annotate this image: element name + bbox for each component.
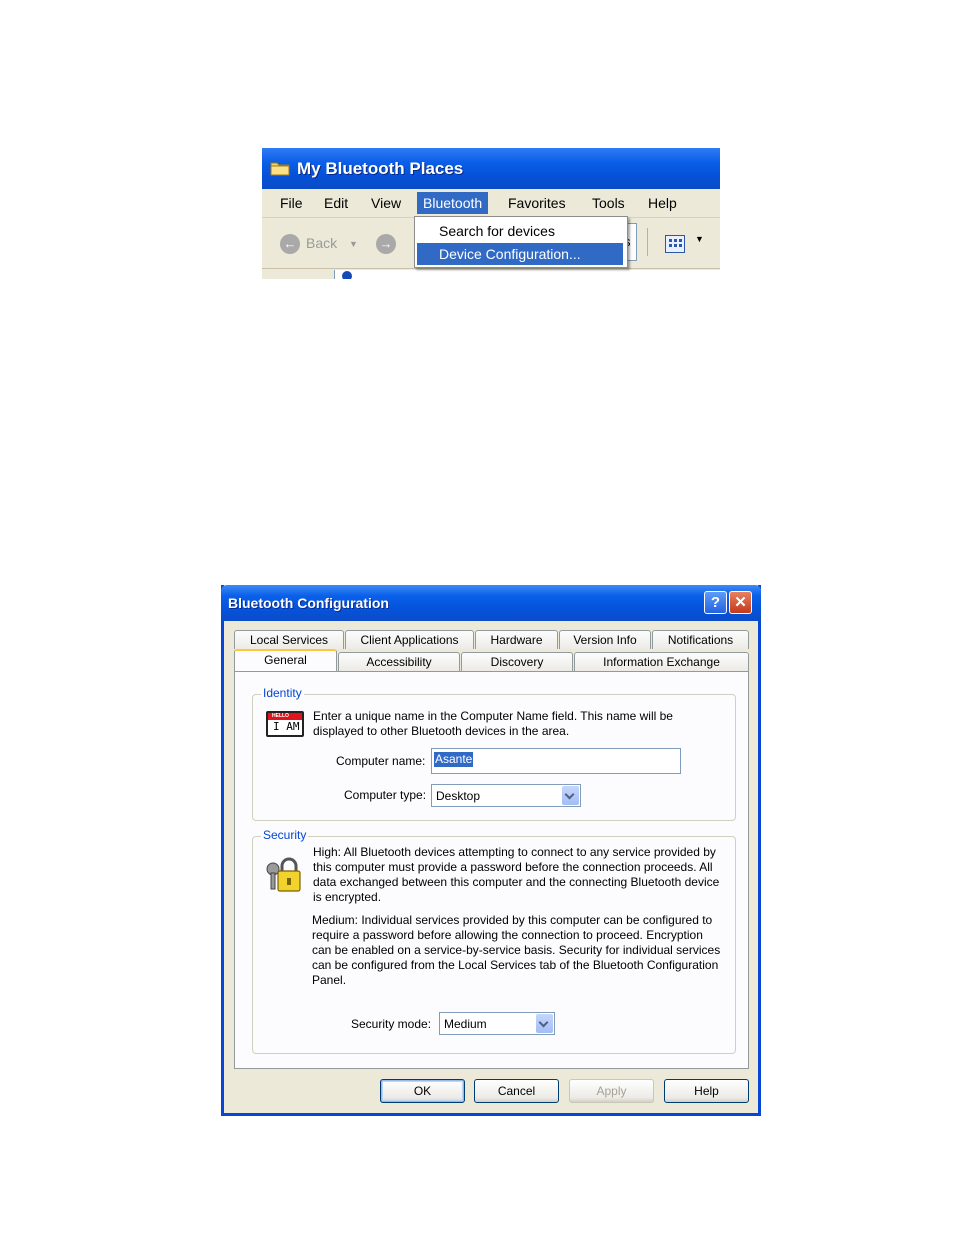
menu-bluetooth[interactable]: Bluetooth <box>417 192 489 214</box>
menu-item-device-configuration[interactable]: Device Configuration... <box>417 243 623 265</box>
tab-discovery[interactable]: Discovery <box>461 652 573 671</box>
security-mode-value: Medium <box>444 1017 487 1031</box>
back-arrow-icon: ← <box>283 236 297 251</box>
tab-client-applications[interactable]: Client Applications <box>345 630 474 649</box>
cancel-button[interactable]: Cancel <box>474 1079 559 1103</box>
menu-item-search-devices[interactable]: Search for devices <box>417 220 623 242</box>
toolbar-separator <box>647 228 648 256</box>
back-history-arrow-icon[interactable]: ▼ <box>349 239 358 249</box>
menu-tools[interactable]: Tools <box>586 192 631 214</box>
back-button[interactable]: ← <box>280 234 300 254</box>
security-high-description: High: All Bluetooth devices attempting t… <box>313 845 720 904</box>
computer-type-value: Desktop <box>436 789 481 803</box>
tab-accessibility[interactable]: Accessibility <box>338 652 460 671</box>
tab-version-info[interactable]: Version Info <box>559 630 651 649</box>
icon-iam-label: I AM <box>273 720 300 733</box>
views-dropdown-arrow-icon[interactable]: ▼ <box>695 234 704 244</box>
chevron-down-icon[interactable] <box>536 1014 553 1033</box>
menu-favorites[interactable]: Favorites <box>502 192 572 214</box>
computer-name-label: Computer name: <box>336 754 426 768</box>
forward-arrow-icon: → <box>379 236 393 251</box>
identity-legend: Identity <box>261 686 304 700</box>
tab-information-exchange[interactable]: Information Exchange <box>574 652 749 671</box>
explorer-window: My Bluetooth Places File Edit View Bluet… <box>262 148 720 279</box>
folder-icon <box>270 162 290 176</box>
back-label: Back <box>306 235 338 251</box>
explorer-titlebar: My Bluetooth Places <box>262 148 720 189</box>
chevron-down-icon[interactable] <box>562 786 579 805</box>
address-field[interactable] <box>334 270 720 279</box>
tab-general[interactable]: General <box>234 649 337 671</box>
tab-hardware[interactable]: Hardware <box>475 630 558 649</box>
help-button[interactable]: Help <box>664 1079 749 1103</box>
help-icon[interactable]: ? <box>704 591 727 614</box>
views-icon[interactable] <box>665 235 685 253</box>
security-medium-description: Medium: Individual services provided by … <box>312 913 721 987</box>
security-legend: Security <box>261 828 309 842</box>
menu-edit[interactable]: Edit <box>318 192 354 214</box>
dialog-title: Bluetooth Configuration <box>228 595 389 611</box>
bluetooth-menu-dropdown: Search for devices Device Configuration.… <box>414 216 628 268</box>
tab-local-services[interactable]: Local Services <box>234 630 344 649</box>
computer-type-select[interactable]: Desktop <box>431 784 581 807</box>
dialog-titlebar: Bluetooth Configuration ? ✕ <box>221 585 761 621</box>
computer-name-input[interactable]: Asante <box>431 748 681 774</box>
menu-help[interactable]: Help <box>642 192 683 214</box>
apply-button[interactable]: Apply <box>569 1079 654 1103</box>
menu-view[interactable]: View <box>365 192 407 214</box>
computer-name-value: Asante <box>434 752 474 767</box>
security-mode-select[interactable]: Medium <box>439 1012 555 1035</box>
bluetooth-configuration-dialog: Bluetooth Configuration ? ✕ Local Servic… <box>221 585 761 1116</box>
icon-hello-label: HELLO <box>272 713 289 719</box>
address-bar <box>262 268 720 279</box>
padlock-keys-icon <box>266 857 301 892</box>
close-icon[interactable]: ✕ <box>729 591 752 614</box>
computer-type-label: Computer type: <box>344 788 427 802</box>
menu-file[interactable]: File <box>274 192 309 214</box>
menu-bar: File Edit View Bluetooth Favorites Tools… <box>262 189 720 218</box>
hello-i-am-icon: HELLO I AM <box>266 711 304 737</box>
explorer-title: My Bluetooth Places <box>297 159 464 178</box>
bluetooth-icon <box>342 271 352 279</box>
tab-notifications[interactable]: Notifications <box>652 630 749 649</box>
identity-description: Enter a unique name in the Computer Name… <box>313 709 673 738</box>
security-mode-label: Security mode: <box>351 1017 432 1031</box>
ok-button[interactable]: OK <box>380 1079 465 1103</box>
forward-button[interactable]: → <box>376 234 396 254</box>
